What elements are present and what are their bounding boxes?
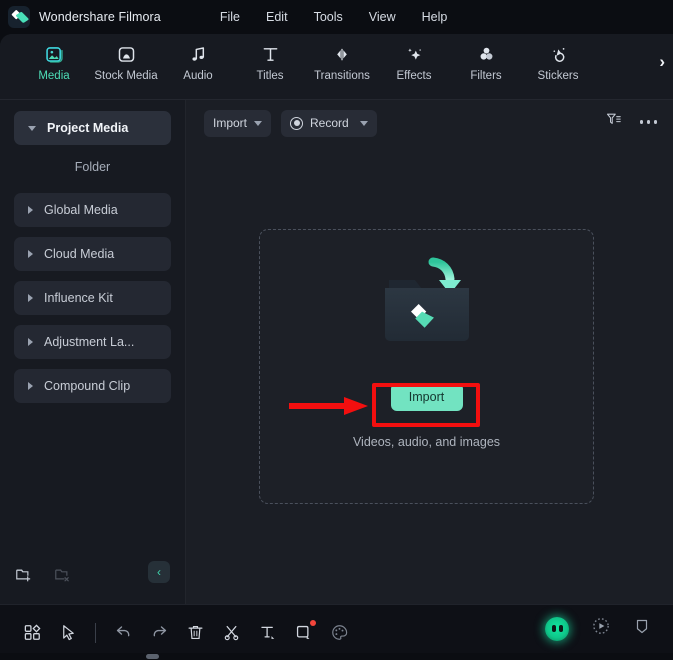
import-button-label: Import [408,390,445,404]
text-t-icon [260,43,281,65]
sidebar-collapse-button[interactable]: ‹ [148,561,170,583]
chevron-right-icon [28,206,33,214]
sidebar-item-cloud-media[interactable]: Cloud Media [14,237,171,271]
tab-media[interactable]: Media [18,43,90,82]
sidebar-item-compound-clip[interactable]: Compound Clip [14,369,171,403]
crop-tool-icon[interactable] [285,616,321,650]
tab-stock-media[interactable]: Stock Media [90,43,162,82]
bottom-toolbar-left [0,616,357,650]
tab-label: Effects [396,70,432,82]
tab-label: Stock Media [94,70,158,82]
menu-item-file[interactable]: File [207,6,253,28]
folder-delete-icon[interactable] [53,565,72,589]
delete-trash-icon[interactable] [177,616,213,650]
filmora-logo-icon [8,6,30,28]
filmora-window: Wondershare Filmora File Edit Tools View… [0,0,673,660]
chevron-down-icon [359,120,368,126]
tab-label: Stickers [537,70,579,82]
sidebar-item-global-media[interactable]: Global Media [14,193,171,227]
tab-label: Titles [256,70,284,82]
chevron-right-icon [28,338,33,346]
cursor-select-icon[interactable] [50,616,86,650]
magic-wand-sparkle-icon [404,43,425,65]
layout-grid-icon[interactable] [14,616,50,650]
ai-assistant-icon[interactable] [545,616,569,641]
sidebar-item-label: Influence Kit [44,291,113,305]
tab-label: Audio [183,70,213,82]
tab-label: Filters [470,70,502,82]
render-preview-icon[interactable] [591,616,611,641]
record-label: Record [310,116,349,130]
tab-label: Transitions [314,70,370,82]
menu-item-tools[interactable]: Tools [301,6,356,28]
chevron-down-icon [28,125,36,131]
chevron-right-icon [28,250,33,258]
tab-effects[interactable]: Effects [378,43,450,82]
menu-item-help[interactable]: Help [409,6,461,28]
import-label: Import [213,116,248,130]
media-content-panel: Import Record Import Videos, audio, and … [186,100,673,604]
folder-label: Folder [74,160,111,174]
crop-tool-badge [310,619,316,626]
content-toolbar-right [605,111,657,133]
sticker-icon [548,43,569,65]
color-palette-icon[interactable] [321,616,357,650]
filters-circles-icon [476,43,497,65]
media-dropzone[interactable]: Import Videos, audio, and images [259,229,594,504]
content-toolbar: Import Record [186,100,673,146]
tab-audio[interactable]: Audio [162,43,234,82]
sidebar-item-label: Global Media [44,203,118,217]
title-bar: Wondershare Filmora File Edit Tools View… [0,0,673,34]
horizontal-scrollbar[interactable] [0,653,673,660]
folder-import-arrow-icon [367,254,487,362]
redo-icon[interactable] [141,616,177,650]
tab-stickers[interactable]: Stickers [522,43,594,82]
marker-shield-icon[interactable] [633,617,651,641]
record-circle-icon [290,116,304,130]
menu-item-edit[interactable]: Edit [253,6,301,28]
menu-item-view[interactable]: View [356,6,409,28]
dropzone-subtitle: Videos, audio, and images [352,435,501,449]
dropzone-import-button[interactable]: Import [390,383,463,411]
tab-transitions[interactable]: Transitions [306,43,378,82]
sidebar-item-label: Adjustment La... [44,335,135,349]
text-tool-icon[interactable] [249,616,285,650]
more-horizontal-icon[interactable] [639,120,657,124]
chevron-right-icon[interactable]: › [659,52,665,72]
image-icon [44,43,65,65]
menu-bar: File Edit Tools View Help [207,6,460,28]
tab-titles[interactable]: Titles [234,43,306,82]
filter-sort-icon[interactable] [605,111,622,133]
chevron-down-icon [254,120,263,126]
tab-label: Media [38,70,70,82]
scrollbar-thumb[interactable] [146,654,159,659]
import-dropdown-button[interactable]: Import [204,109,272,137]
sidebar-item-influence-kit[interactable]: Influence Kit [14,281,171,315]
folder-add-icon[interactable] [14,565,33,589]
tab-filters[interactable]: Filters [450,43,522,82]
sidebar-item-label: Cloud Media [44,247,115,261]
record-dropdown-button[interactable]: Record [281,109,377,137]
chevron-right-icon [28,382,33,390]
music-note-icon [188,43,209,65]
app-body: Media Stock Media Audio Titles Transitio… [0,34,673,660]
sidebar-item-project-media[interactable]: Project Media [14,111,171,145]
stock-media-icon [116,43,137,65]
sidebar-item-label: Compound Clip [44,379,131,393]
divider [95,622,96,643]
transitions-arrows-icon [331,43,353,65]
bottom-toolbar [0,604,673,660]
split-scissors-icon[interactable] [213,616,249,650]
sidebar-footer: ‹ [0,560,186,594]
sidebar-item-adjustment-layer[interactable]: Adjustment La... [14,325,171,359]
module-tab-strip: Media Stock Media Audio Titles Transitio… [0,34,673,100]
media-sidebar: Project Media Folder Global Media Cloud … [0,100,186,604]
sidebar-item-label: Project Media [47,121,129,135]
chevron-right-icon [28,294,33,302]
bottom-toolbar-right [545,616,651,641]
undo-icon[interactable] [105,616,141,650]
app-title: Wondershare Filmora [39,10,161,24]
